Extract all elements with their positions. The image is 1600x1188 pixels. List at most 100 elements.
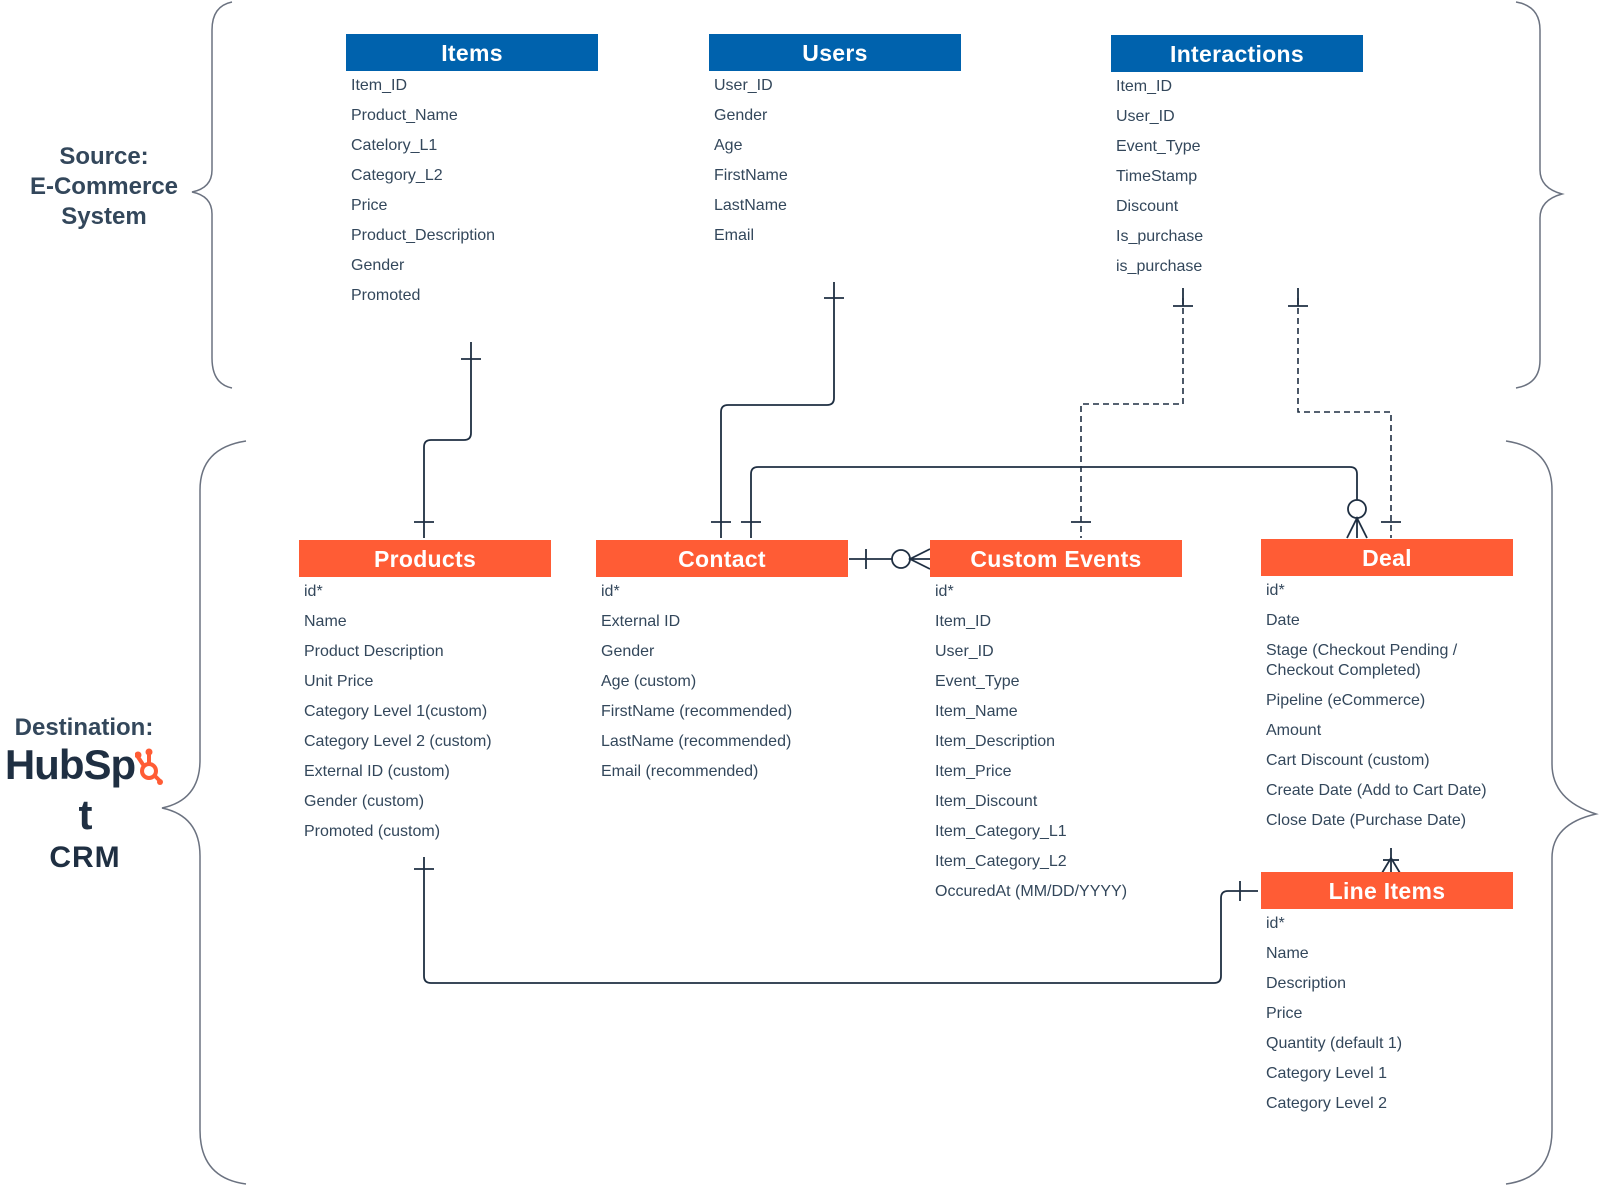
field: Item_Description	[935, 733, 1056, 750]
field: id*	[1266, 915, 1285, 932]
entity-header: Items	[346, 34, 598, 71]
field: Date	[1266, 612, 1300, 629]
entity-items: Items Item_ID Product_Name Catelory_L1 C…	[346, 34, 598, 311]
hubspot-logo: HubSpt CRM	[0, 740, 170, 876]
field: Close Date (Purchase Date)	[1266, 812, 1467, 829]
field-list: id* External ID Gender Age (custom) Firs…	[596, 577, 848, 787]
field: Product_Description	[351, 227, 496, 244]
field-list: id* Name Product Description Unit Price …	[299, 577, 551, 847]
destination-section-label: Destination:	[14, 714, 154, 741]
entity-custom-events: Custom Events id* Item_ID User_ID Event_…	[930, 540, 1182, 907]
field: Category Level 1	[1266, 1065, 1387, 1082]
entity-header: Contact	[596, 540, 848, 577]
entity-users: Users User_ID Gender Age FirstName LastN…	[709, 34, 961, 251]
source-label-line: Source:	[59, 143, 149, 170]
hubspot-sprocket-icon	[134, 745, 165, 785]
field-list: Item_ID User_ID Event_Type TimeStamp Dis…	[1111, 72, 1363, 282]
field: Is_purchase	[1116, 228, 1204, 245]
field: Gender	[714, 107, 768, 124]
field: id*	[601, 583, 620, 600]
entity-products: Products id* Name Product Description Un…	[299, 540, 551, 847]
field: id*	[1266, 582, 1285, 599]
field: Age	[714, 137, 743, 154]
field: TimeStamp	[1116, 168, 1198, 185]
field: Category Level 1(custom)	[304, 703, 488, 720]
destination-brace-left	[161, 440, 247, 1185]
field: LastName	[714, 197, 787, 214]
field: Name	[304, 613, 347, 630]
connector-interactions-deal	[1297, 298, 1392, 538]
cardinality-zero-circle	[891, 549, 911, 569]
field: Quantity (default 1)	[1266, 1035, 1403, 1052]
field: Category Level 2	[1266, 1095, 1387, 1112]
field: Item_ID	[935, 613, 992, 630]
field: Gender	[351, 257, 405, 274]
hubspot-text-end: t	[78, 791, 93, 838]
field: Gender (custom)	[304, 793, 425, 810]
field: Event_Type	[1116, 138, 1201, 155]
field: User_ID	[714, 77, 773, 94]
field: Gender	[601, 643, 655, 660]
entity-interactions: Interactions Item_ID User_ID Event_Type …	[1111, 35, 1363, 282]
field-list: id* Name Description Price Quantity (def…	[1261, 909, 1513, 1119]
field: Event_Type	[935, 673, 1020, 690]
field: id*	[304, 583, 323, 600]
field: Create Date (Add to Cart Date)	[1266, 782, 1487, 799]
entity-line-items: Line Items id* Name Description Price Qu…	[1261, 872, 1513, 1119]
field: Item_Category_L2	[935, 853, 1067, 870]
field: Description	[1266, 975, 1347, 992]
connector-interactions-custom-events	[1080, 298, 1184, 538]
field: Product_Name	[351, 107, 458, 124]
entity-header: Deal	[1261, 539, 1513, 576]
field: Name	[1266, 945, 1309, 962]
connector-users-contact	[720, 282, 835, 538]
source-section-label: Source: E-Commerce System	[16, 142, 192, 232]
field: Amount	[1266, 722, 1322, 739]
field: User_ID	[1116, 108, 1175, 125]
field: Stage (Checkout Pending / Checkout Compl…	[1266, 642, 1458, 679]
field-list: User_ID Gender Age FirstName LastName Em…	[709, 71, 961, 251]
field: Category_L2	[351, 167, 443, 184]
hubspot-wordmark: HubSpt	[0, 740, 170, 840]
field: Email	[714, 227, 755, 244]
field: Item_ID	[1116, 78, 1173, 95]
field: Promoted	[351, 287, 421, 304]
cardinality-many-crowfoot	[1346, 515, 1368, 539]
field: Item_Price	[935, 763, 1012, 780]
field: Price	[351, 197, 388, 214]
field: Cart Discount (custom)	[1266, 752, 1430, 769]
field: External ID (custom)	[304, 763, 450, 780]
field: id*	[935, 583, 954, 600]
field-list: Item_ID Product_Name Catelory_L1 Categor…	[346, 71, 598, 311]
source-label-line: System	[61, 203, 147, 230]
field: Unit Price	[304, 673, 374, 690]
field-list: id* Date Stage (Checkout Pending / Check…	[1261, 576, 1513, 836]
entity-header: Line Items	[1261, 872, 1513, 909]
field: Catelory_L1	[351, 137, 438, 154]
field: OccuredAt (MM/DD/YYYY)	[935, 883, 1128, 900]
field: User_ID	[935, 643, 994, 660]
crm-label: CRM	[49, 841, 121, 874]
field: Promoted (custom)	[304, 823, 441, 840]
field: is_purchase	[1116, 258, 1203, 275]
entity-deal: Deal id* Date Stage (Checkout Pending / …	[1261, 539, 1513, 836]
field: Item_ID	[351, 77, 408, 94]
field: Age (custom)	[601, 673, 697, 690]
entity-contact: Contact id* External ID Gender Age (cust…	[596, 540, 848, 787]
field: External ID	[601, 613, 681, 630]
connector-contact-deal	[750, 466, 1358, 538]
source-brace-left	[191, 1, 233, 389]
destination-brace-right	[1505, 440, 1599, 1185]
entity-header: Products	[299, 540, 551, 577]
field: FirstName (recommended)	[601, 703, 793, 720]
field: Pipeline (eCommerce)	[1266, 692, 1426, 709]
field: Discount	[1116, 198, 1179, 215]
entity-header: Users	[709, 34, 961, 71]
field: FirstName	[714, 167, 788, 184]
entity-header: Custom Events	[930, 540, 1182, 577]
field: Item_Name	[935, 703, 1018, 720]
cardinality-zero-circle	[1347, 499, 1367, 519]
hubspot-text-start: HubSp	[4, 741, 136, 788]
field: Category Level 2 (custom)	[304, 733, 492, 750]
entity-header: Interactions	[1111, 35, 1363, 72]
